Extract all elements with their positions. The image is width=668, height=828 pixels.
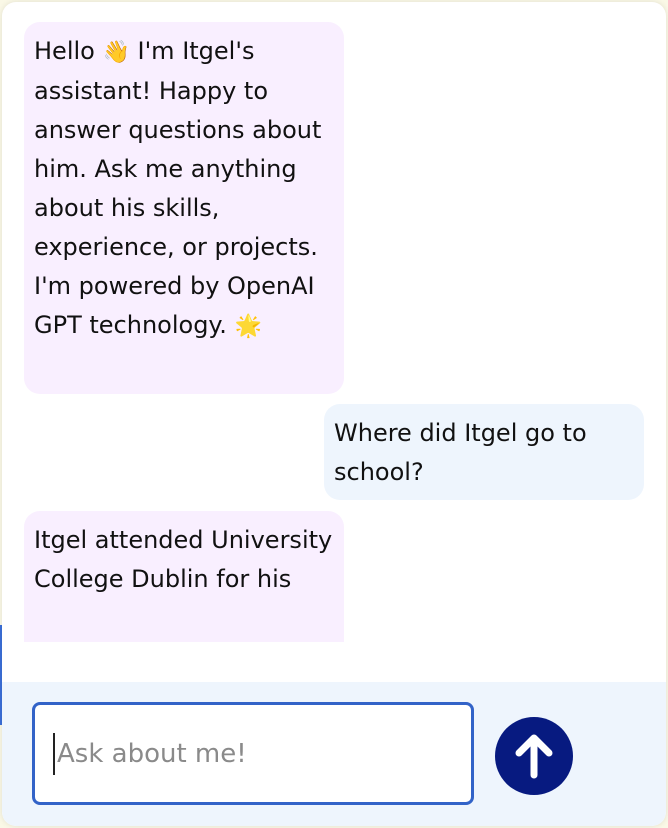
input-placeholder: Ask about me!: [57, 738, 247, 769]
chat-window: Hello 👋 I'm Itgel's assistant! Happy to …: [2, 2, 666, 826]
assistant-message: Itgel attended University College Dublin…: [24, 511, 344, 642]
text-caret: [53, 732, 55, 775]
message-text: Hello: [34, 37, 103, 65]
star-icon: 🌟: [234, 314, 262, 339]
message-text: I'm Itgel's assistant! Happy to answer q…: [34, 37, 322, 339]
send-button[interactable]: [495, 717, 573, 795]
arrow-up-icon: [515, 734, 553, 779]
chat-input[interactable]: Ask about me!: [32, 702, 474, 805]
assistant-message: Hello 👋 I'm Itgel's assistant! Happy to …: [24, 22, 344, 394]
message-composer: Ask about me!: [2, 682, 666, 826]
message-text: Where did Itgel go to school?: [334, 419, 587, 486]
user-message: Where did Itgel go to school?: [324, 404, 644, 500]
waving-hand-icon: 👋: [102, 40, 130, 65]
message-text: Itgel attended University College Dublin…: [34, 526, 333, 593]
message-list[interactable]: Hello 👋 I'm Itgel's assistant! Happy to …: [2, 2, 666, 642]
